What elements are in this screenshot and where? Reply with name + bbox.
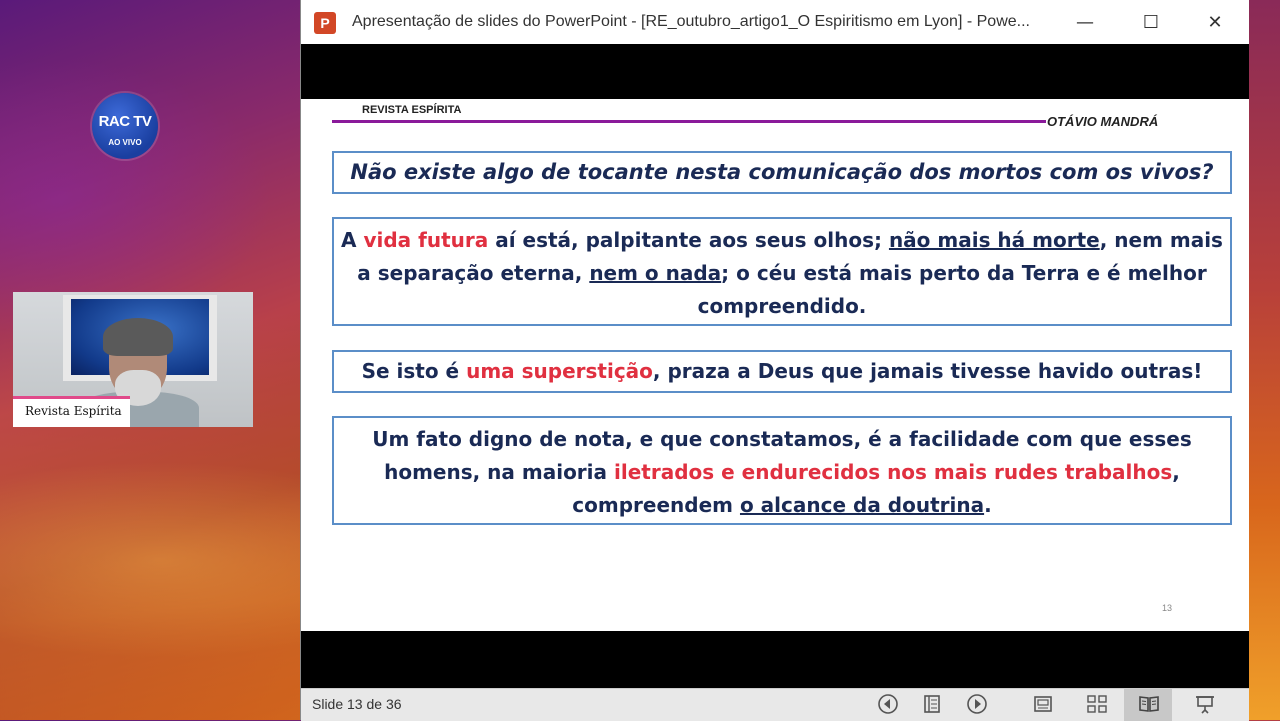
channel-logo: RAC TV AO VIVO — [92, 93, 158, 159]
webcam-overlay: Revista Espírita — [13, 292, 253, 427]
text-segment: aí está, palpitante aos seus olhos; — [488, 228, 889, 252]
text-segment: Se isto é — [361, 359, 467, 383]
status-bar: Slide 13 de 36 — [301, 688, 1249, 721]
close-button[interactable]: ✕ — [1199, 8, 1231, 38]
underlined-text: o alcance da doutrina — [739, 493, 985, 517]
underlined-text: não mais há morte — [888, 228, 1100, 252]
question-text: Não existe algo de tocante nesta comunic… — [350, 160, 1214, 184]
text-segment: . — [984, 493, 992, 517]
presenter-hair — [103, 318, 173, 356]
slideshow-stage[interactable]: REVISTA ESPÍRITA OTÁVIO MANDRÁ Não exist… — [301, 44, 1249, 688]
highlight-red: uma superstição — [466, 359, 653, 383]
reading-view-icon[interactable] — [1137, 692, 1161, 716]
powerpoint-window: P Apresentação de slides do PowerPoint -… — [300, 0, 1249, 721]
highlight-red: iletrados e endurecidos nos mais rudes t… — [614, 460, 1173, 484]
underlined-text: nem o nada — [589, 261, 722, 285]
highlight-red: vida futura — [363, 228, 489, 252]
slide-number: 13 — [1162, 603, 1173, 613]
slide-header-left: REVISTA ESPÍRITA — [362, 104, 462, 116]
powerpoint-app-icon[interactable]: P — [314, 12, 336, 34]
minimize-button[interactable]: — — [1069, 8, 1101, 38]
normal-view-icon[interactable] — [1031, 692, 1055, 716]
prev-slide-icon[interactable] — [876, 692, 900, 716]
title-bar[interactable]: P Apresentação de slides do PowerPoint -… — [301, 0, 1249, 44]
next-slide-icon[interactable] — [965, 692, 989, 716]
slide-sorter-icon[interactable] — [1085, 692, 1109, 716]
slide-header-author: OTÁVIO MANDRÁ — [1047, 114, 1159, 129]
quote-box-doctrine: Um fato digno de nota, e que constatamos… — [332, 416, 1232, 525]
presenter-name-label: Revista Espírita — [25, 404, 122, 418]
header-divider — [332, 120, 1046, 123]
slide-menu-icon[interactable] — [920, 692, 944, 716]
text-segment: , praza a Deus que jamais tivesse havido… — [652, 359, 1203, 383]
slide[interactable]: REVISTA ESPÍRITA OTÁVIO MANDRÁ Não exist… — [301, 99, 1249, 631]
logo-brand: RAC TV — [98, 113, 152, 130]
background-strip — [1248, 0, 1280, 720]
maximize-button[interactable]: ☐ — [1135, 8, 1167, 38]
logo-tagline: AO VIVO — [108, 138, 142, 147]
text-segment: ; o céu está mais perto da Terra e é mel… — [697, 261, 1207, 318]
quote-box-superstition: Se isto é uma superstição, praza a Deus … — [332, 350, 1232, 393]
slideshow-icon[interactable] — [1193, 692, 1217, 716]
question-box: Não existe algo de tocante nesta comunic… — [332, 151, 1232, 194]
window-title: Apresentação de slides do PowerPoint - [… — [352, 13, 1030, 30]
quote-box-future-life: A vida futura aí está, palpitante aos se… — [332, 217, 1232, 326]
text-segment: A — [341, 228, 364, 252]
slide-counter: Slide 13 de 36 — [312, 696, 402, 712]
